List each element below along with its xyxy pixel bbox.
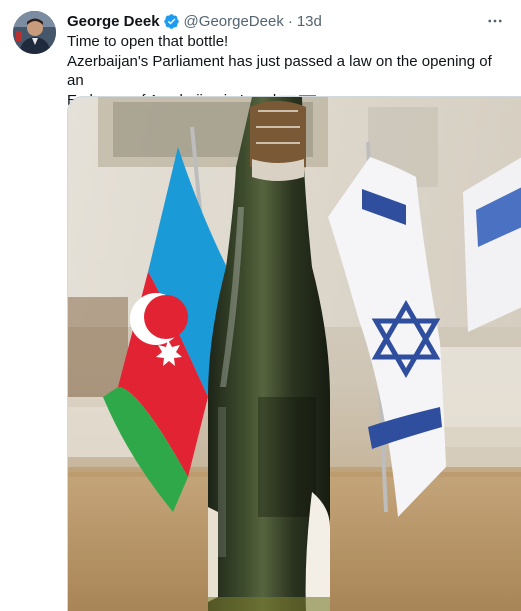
tweet-header: George Deek @GeorgeDeek · 13d: [67, 11, 322, 31]
verified-badge-icon: [163, 13, 180, 30]
author-handle[interactable]: @GeorgeDeek: [184, 13, 284, 30]
tweet[interactable]: George Deek @GeorgeDeek · 13d Time to op…: [0, 0, 521, 611]
author-avatar[interactable]: [13, 11, 56, 54]
tweet-photo[interactable]: [67, 96, 521, 611]
tweet-text-line: Azerbaijan's Parliament has just passed …: [67, 52, 492, 90]
author-name[interactable]: George Deek: [67, 13, 160, 30]
tweet-text-line: Time to open that bottle!: [67, 33, 229, 50]
more-horizontal-icon[interactable]: [485, 11, 505, 31]
tweet-timestamp[interactable]: 13d: [297, 13, 322, 30]
separator-dot: ·: [287, 12, 293, 30]
